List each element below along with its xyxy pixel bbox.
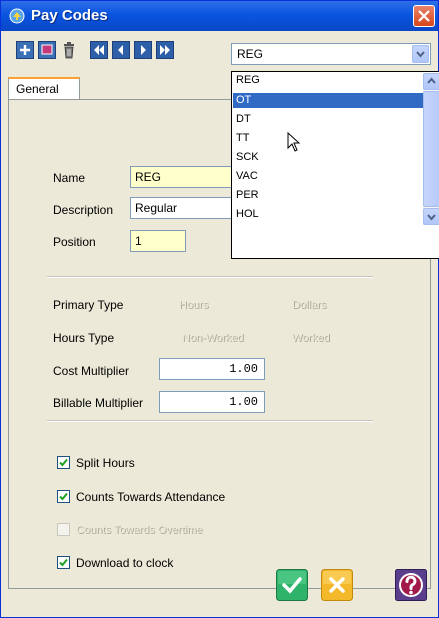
option-ot[interactable]: OT (233, 93, 423, 108)
pay-code-selector[interactable]: REG (231, 43, 431, 65)
trash-icon (64, 42, 74, 59)
mouse-cursor-icon (287, 132, 301, 152)
previous-icon (112, 41, 130, 59)
description-label: Description (53, 203, 114, 217)
last-record-button[interactable] (156, 41, 174, 59)
first-icon (90, 41, 108, 59)
hours-type-nonworked-option[interactable]: Non-Worked (182, 332, 244, 344)
billable-multiplier-label: Billable Multiplier (53, 396, 144, 410)
split-hours-checkbox[interactable] (57, 456, 70, 469)
checkmark-icon (59, 558, 68, 567)
selector-value: REG (237, 47, 264, 61)
navigation-toolbar (5, 41, 234, 63)
close-icon (418, 10, 430, 22)
checkmark-icon (59, 458, 68, 467)
option-per[interactable]: PER (233, 188, 423, 203)
scroll-up-button[interactable] (423, 73, 439, 90)
download-to-clock-checkbox[interactable] (57, 556, 70, 569)
checkmark-icon (59, 492, 68, 501)
scroll-thumb[interactable] (423, 91, 439, 207)
hours-type-label: Hours Type (53, 331, 115, 345)
option-reg[interactable]: REG (233, 73, 423, 88)
previous-record-button[interactable] (112, 41, 130, 59)
option-dt[interactable]: DT (233, 112, 423, 127)
description-field[interactable]: Regular (130, 197, 240, 219)
last-icon (156, 41, 174, 59)
tab-general[interactable]: General (8, 77, 80, 99)
window-title: Pay Codes (31, 7, 108, 24)
help-icon (395, 569, 427, 601)
save-icon (38, 41, 56, 59)
title-bar[interactable]: Pay Codes (1, 1, 438, 31)
cancel-button[interactable] (321, 569, 353, 601)
chevron-down-icon (416, 51, 425, 58)
option-hol[interactable]: HOL (233, 207, 423, 222)
chevron-down-icon (427, 214, 436, 221)
help-button[interactable] (395, 569, 427, 601)
name-field[interactable]: REG (130, 166, 240, 188)
app-icon (9, 8, 25, 24)
tab-general-label: General (16, 82, 59, 96)
scroll-down-button[interactable] (423, 208, 439, 225)
add-button[interactable] (16, 41, 34, 59)
checkmark-icon (276, 569, 308, 601)
option-vac[interactable]: VAC (233, 169, 423, 184)
counts-towards-attendance-label[interactable]: Counts Towards Attendance (76, 490, 225, 504)
name-label: Name (53, 171, 86, 185)
primary-type-dollars-option[interactable]: Dollars (292, 299, 326, 311)
counts-towards-attendance-checkbox[interactable] (57, 490, 70, 503)
billable-multiplier-field[interactable]: 1.00 (159, 391, 265, 413)
primary-type-hours-option[interactable]: Hours (179, 299, 208, 311)
position-label: Position (53, 235, 96, 249)
primary-type-label: Primary Type (53, 298, 124, 312)
position-field[interactable]: 1 (130, 230, 186, 252)
download-to-clock-label[interactable]: Download to clock (76, 556, 173, 570)
separator (47, 420, 373, 422)
option-tt[interactable]: TT (233, 131, 423, 146)
pay-codes-window: Pay Codes REG General Name REG Descripti… (0, 0, 439, 618)
close-button[interactable] (413, 5, 435, 27)
next-record-button[interactable] (134, 41, 152, 59)
pay-code-dropdown-list[interactable]: REG OT DT TT SCK VAC PER HOL (231, 71, 439, 259)
delete-button[interactable] (60, 41, 78, 59)
counts-towards-overtime-checkbox[interactable] (57, 523, 70, 536)
ok-button[interactable] (276, 569, 308, 601)
dropdown-arrow-button[interactable] (412, 45, 429, 63)
option-sck[interactable]: SCK (233, 150, 423, 165)
cost-multiplier-field[interactable]: 1.00 (159, 358, 265, 380)
next-icon (134, 41, 152, 59)
dropdown-scrollbar[interactable] (423, 73, 439, 225)
hours-type-worked-option[interactable]: Worked (292, 332, 330, 344)
cost-multiplier-label: Cost Multiplier (53, 364, 130, 378)
save-button[interactable] (38, 41, 56, 59)
first-record-button[interactable] (90, 41, 108, 59)
cancel-icon (321, 569, 353, 601)
add-icon (16, 41, 34, 59)
counts-towards-overtime-label[interactable]: Counts Towards Overtime (76, 524, 202, 536)
separator (47, 276, 373, 278)
chevron-up-icon (427, 77, 436, 84)
split-hours-label[interactable]: Split Hours (76, 456, 135, 470)
